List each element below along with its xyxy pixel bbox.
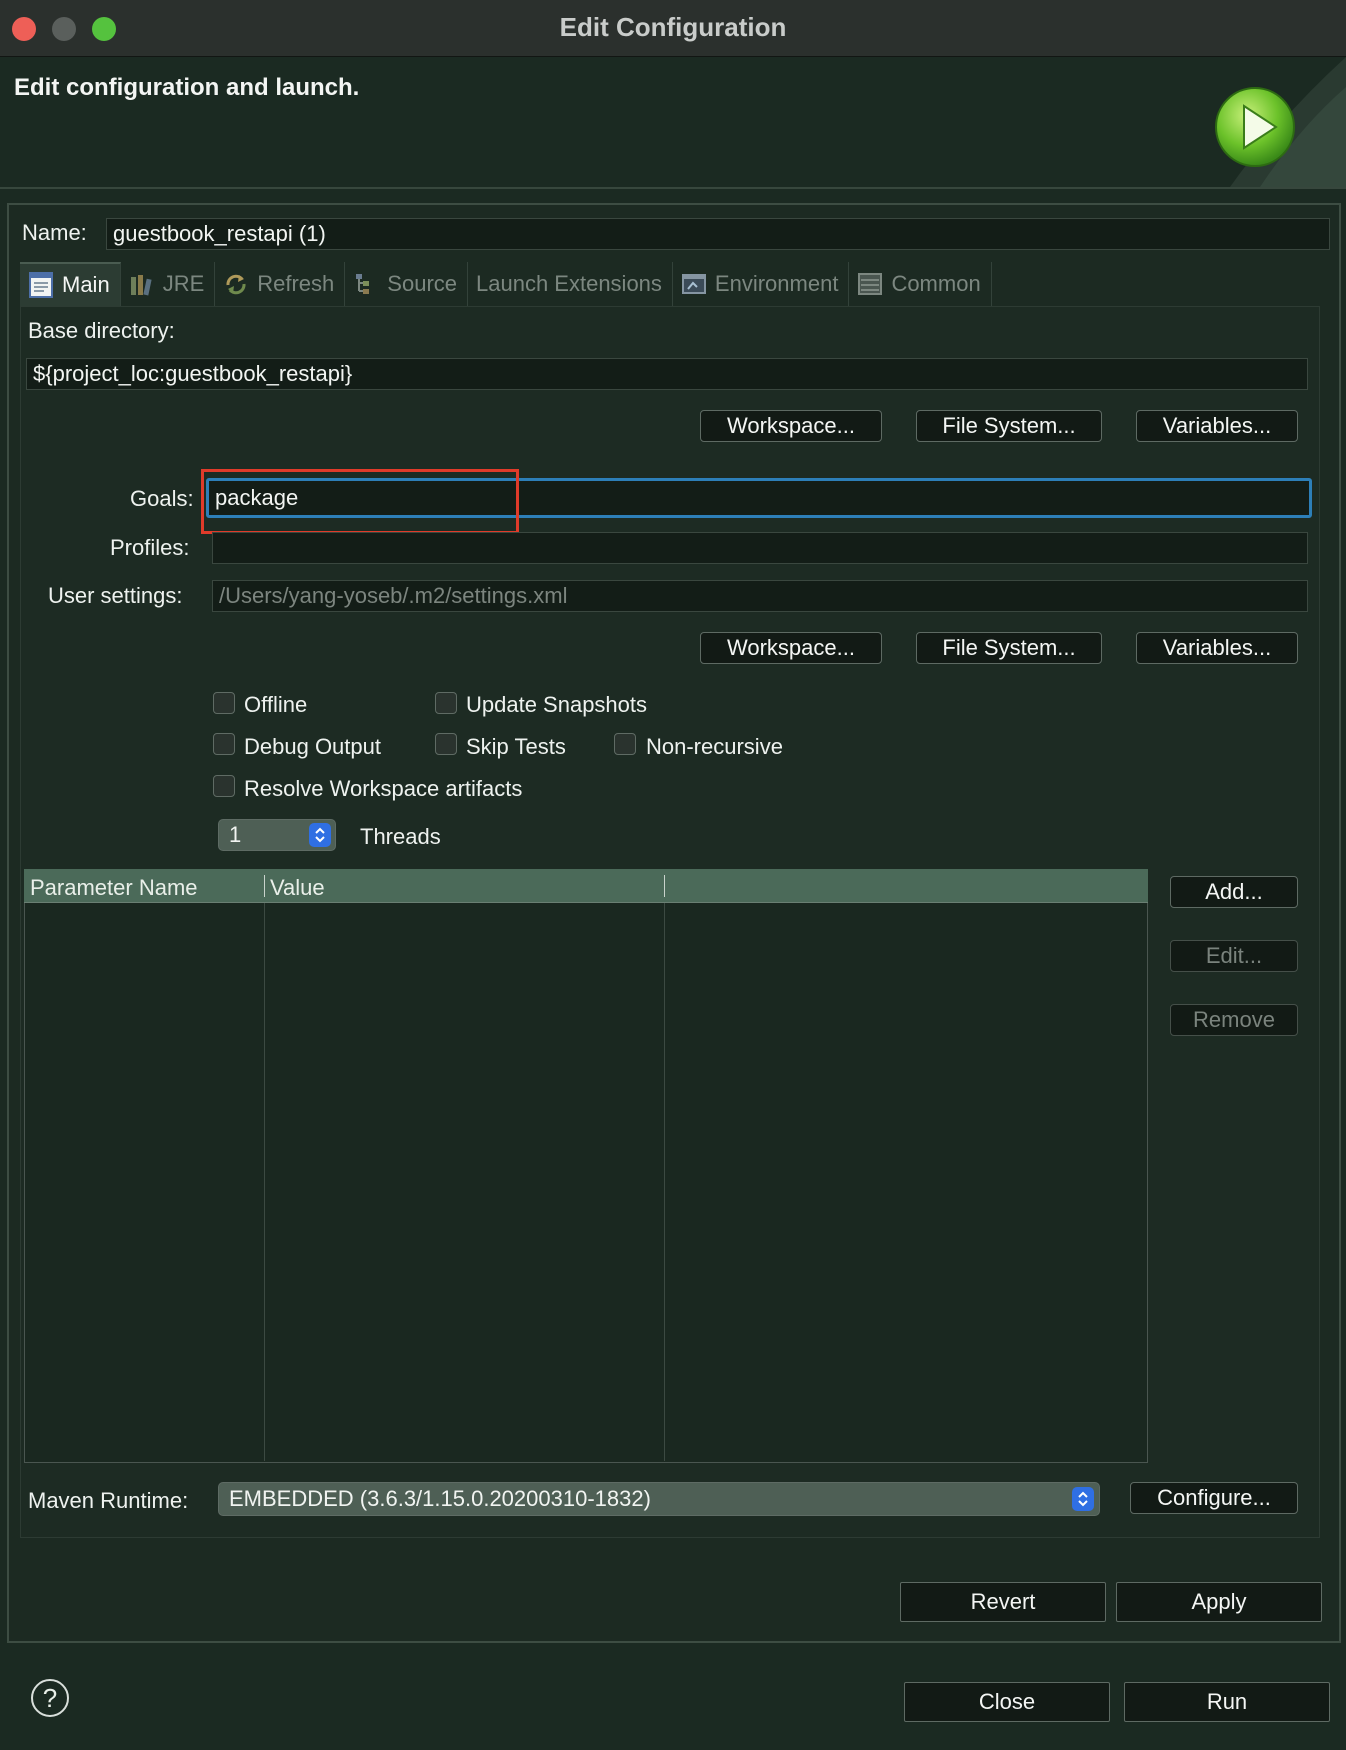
user-settings-label: User settings:: [48, 583, 183, 608]
threads-spinner[interactable]: 1: [218, 819, 336, 851]
offline-checkbox[interactable]: [213, 692, 235, 714]
tab-refresh[interactable]: Refresh: [215, 262, 346, 306]
debug-output-checkbox[interactable]: [213, 733, 235, 755]
column-value[interactable]: Value: [270, 875, 325, 901]
run-launch-icon: [1214, 86, 1296, 168]
non-recursive-checkbox[interactable]: [614, 733, 636, 755]
source-icon: [353, 271, 379, 297]
edit-parameter-button[interactable]: Edit...: [1170, 940, 1298, 972]
maven-runtime-value: EMBEDDED (3.6.3/1.15.0.20200310-1832): [229, 1486, 651, 1511]
column-divider: [664, 875, 665, 897]
profiles-input[interactable]: [212, 532, 1308, 564]
threads-value: 1: [229, 822, 242, 847]
jre-icon: [129, 271, 155, 297]
tab-bar: Main JRE Refresh Source Launch Extension…: [20, 262, 992, 306]
window-title: Edit Configuration: [559, 12, 787, 42]
configure-runtime-button[interactable]: Configure...: [1130, 1482, 1298, 1514]
help-icon[interactable]: ?: [31, 1679, 69, 1717]
column-grid-line: [264, 903, 265, 1461]
tab-main-label: Main: [62, 272, 110, 297]
column-grid-line: [664, 903, 665, 1461]
remove-parameter-button[interactable]: Remove: [1170, 1004, 1298, 1036]
base-directory-label: Base directory:: [28, 318, 175, 343]
goals-highlight-box: [201, 469, 519, 534]
close-button[interactable]: Close: [904, 1682, 1110, 1722]
skip-tests-label: Skip Tests: [466, 734, 566, 759]
base-variables-button[interactable]: Variables...: [1136, 410, 1298, 442]
column-divider: [264, 875, 265, 897]
non-recursive-label: Non-recursive: [646, 734, 783, 759]
apply-button[interactable]: Apply: [1116, 1582, 1322, 1622]
update-snapshots-label: Update Snapshots: [466, 692, 648, 717]
user-settings-input[interactable]: /Users/yang-yoseb/.m2/settings.xml: [212, 580, 1308, 612]
tab-common[interactable]: Common: [849, 262, 992, 306]
base-directory-input[interactable]: ${project_loc:guestbook_restapi}: [26, 358, 1308, 390]
resolve-workspace-label: Resolve Workspace artifacts: [244, 776, 523, 801]
tab-refresh-label: Refresh: [257, 271, 335, 296]
resolve-workspace-checkbox[interactable]: [213, 775, 235, 797]
debug-output-label: Debug Output: [244, 734, 381, 759]
environment-icon: [681, 271, 707, 297]
spinner-arrows-icon[interactable]: [309, 823, 331, 847]
parameters-table[interactable]: [24, 869, 1148, 1463]
base-workspace-button[interactable]: Workspace...: [700, 410, 882, 442]
refresh-icon: [223, 271, 249, 297]
tab-source[interactable]: Source: [345, 262, 469, 306]
tab-environment[interactable]: Environment: [673, 262, 850, 306]
tab-environment-label: Environment: [714, 271, 839, 296]
update-snapshots-checkbox[interactable]: [435, 692, 457, 714]
settings-variables-button[interactable]: Variables...: [1136, 632, 1298, 664]
maven-runtime-label: Maven Runtime:: [28, 1488, 189, 1513]
tab-launch-extensions[interactable]: Launch Extensions: [468, 262, 673, 306]
name-input[interactable]: guestbook_restapi (1): [106, 218, 1330, 250]
column-parameter-name[interactable]: Parameter Name: [30, 875, 198, 901]
tab-source-label: Source: [387, 271, 458, 296]
tab-main[interactable]: Main: [20, 262, 121, 306]
revert-button[interactable]: Revert: [900, 1582, 1106, 1622]
tab-jre[interactable]: JRE: [121, 262, 216, 306]
main-tab-icon: [28, 272, 54, 298]
maven-runtime-select[interactable]: EMBEDDED (3.6.3/1.15.0.20200310-1832): [218, 1482, 1100, 1516]
skip-tests-checkbox[interactable]: [435, 733, 457, 755]
add-parameter-button[interactable]: Add...: [1170, 876, 1298, 908]
tab-common-label: Common: [891, 271, 981, 296]
tab-launch-extensions-label: Launch Extensions: [476, 271, 662, 296]
settings-workspace-button[interactable]: Workspace...: [700, 632, 882, 664]
profiles-label: Profiles:: [110, 535, 190, 560]
goals-label: Goals:: [130, 486, 194, 511]
threads-label: Threads: [360, 824, 441, 849]
offline-label: Offline: [244, 692, 308, 717]
common-icon: [857, 271, 883, 297]
banner-message: Edit configuration and launch.: [14, 74, 360, 101]
run-button[interactable]: Run: [1124, 1682, 1330, 1722]
select-arrows-icon: [1072, 1487, 1094, 1511]
tab-jre-label: JRE: [162, 271, 205, 296]
base-filesystem-button[interactable]: File System...: [916, 410, 1102, 442]
name-label: Name:: [22, 220, 87, 245]
settings-filesystem-button[interactable]: File System...: [916, 632, 1102, 664]
